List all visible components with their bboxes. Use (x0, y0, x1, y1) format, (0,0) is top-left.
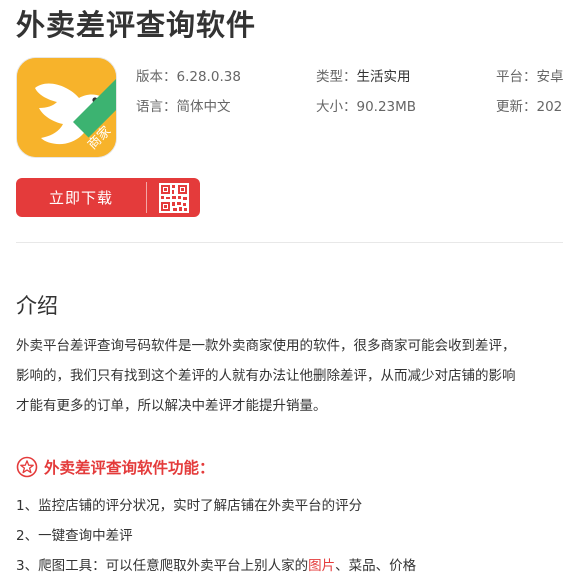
feature-item: 2、一键查询中差评 (16, 528, 133, 544)
version-label: 版本： (136, 69, 177, 85)
download-button[interactable]: 立即下载 (16, 178, 200, 217)
platform-label: 平台： (496, 69, 537, 85)
kangaroo-icon: 商家 (17, 58, 116, 157)
version-value: 6.28.0.38 (176, 69, 241, 85)
platform-info: 平台：安卓 (496, 65, 563, 85)
language-value: 简体中文 (176, 99, 231, 115)
feature-item: 1、监控店铺的评分状况，实时了解店铺在外卖平台的评分 (16, 498, 363, 514)
category-value[interactable]: 生活实用 (357, 69, 411, 85)
section-divider (16, 242, 563, 243)
star-circle-icon (16, 456, 38, 478)
updated-label: 更新： (496, 99, 537, 115)
feature-item-text: 3、爬图工具：可以任意爬取外卖平台上别人家的 (16, 558, 309, 574)
updated-value: 2020 (536, 99, 563, 115)
app-detail-page: 外卖差评查询软件 商家 版本：6.28.0.38 类型：生活实用 平台：安卓 语… (0, 0, 563, 584)
language-label: 语言： (136, 99, 177, 115)
platform-value: 安卓 (536, 69, 563, 85)
category-label: 类型： (316, 69, 357, 85)
size-label: 大小： (316, 99, 357, 115)
size-info: 大小：90.23MB (316, 95, 416, 115)
size-value: 90.23MB (356, 99, 417, 115)
features-heading-text: 外卖差评查询软件功能： (44, 459, 215, 477)
intro-line: 才能有更多的订单，所以解决中差评才能提升销量。 (16, 398, 327, 414)
version-info: 版本：6.28.0.38 (136, 65, 241, 85)
feature-item-text: 、菜品、价格 (335, 558, 417, 574)
category-info: 类型：生活实用 (316, 65, 411, 85)
intro-line: 外卖平台差评查询号码软件是一款外卖商家使用的软件，很多商家可能会收到差评， (16, 338, 516, 354)
language-info: 语言：简体中文 (136, 95, 231, 115)
updated-info: 更新：2020 (496, 95, 563, 115)
intro-line: 影响的，我们只有找到这个差评的人就有办法让他删除差评，从而减少对店铺的影响 (16, 368, 516, 384)
page-title: 外卖差评查询软件 (16, 8, 257, 42)
intro-heading: 介绍 (16, 294, 58, 318)
download-button-label[interactable]: 立即下载 (16, 178, 146, 217)
app-icon: 商家 (16, 57, 117, 158)
features-heading: 外卖差评查询软件功能： (16, 456, 215, 478)
qr-code-icon[interactable] (147, 178, 200, 217)
feature-item: 3、爬图工具：可以任意爬取外卖平台上别人家的图片、菜品、价格 (16, 554, 416, 574)
images-link[interactable]: 图片 (308, 558, 335, 574)
